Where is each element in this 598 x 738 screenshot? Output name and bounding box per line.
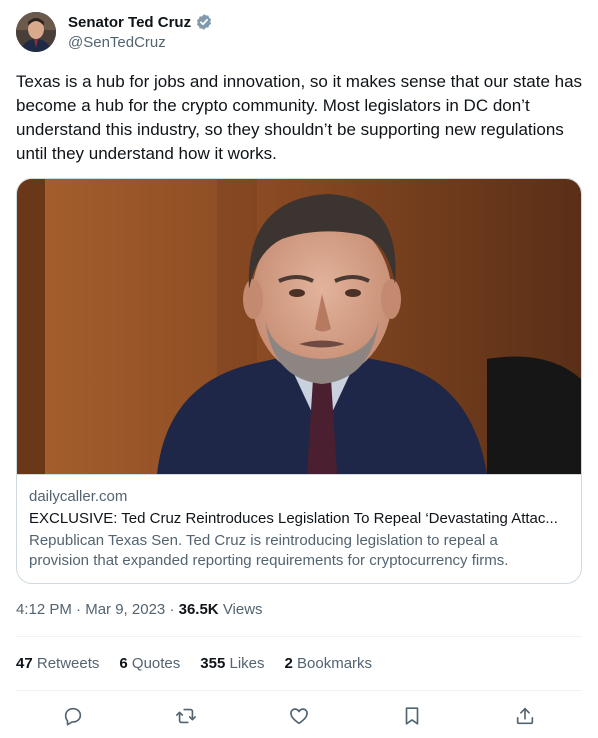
author-info: Senator Ted Cruz @SenTedCruz: [68, 12, 213, 51]
card-image: [17, 179, 581, 475]
bookmark-icon: [405, 707, 419, 725]
reply-icon: [64, 707, 81, 726]
like-button[interactable]: [282, 699, 316, 733]
views-count: 36.5K: [178, 601, 219, 618]
meta-separator: ·: [169, 601, 175, 618]
likes-label: Likes: [229, 655, 265, 672]
avatar[interactable]: [16, 12, 56, 52]
quotes-label: Quotes: [131, 655, 181, 672]
tweet-time[interactable]: 4:12 PM: [16, 601, 72, 618]
likes-stat[interactable]: 355 Likes: [200, 654, 264, 674]
card-description: Republican Texas Sen. Ted Cruz is reintr…: [29, 532, 509, 569]
retweet-button[interactable]: [169, 699, 203, 733]
retweets-label: Retweets: [36, 655, 100, 672]
verified-badge-icon: [197, 14, 212, 30]
likes-count: 355: [200, 655, 226, 672]
retweet-icon: [175, 708, 196, 724]
retweets-stat[interactable]: 47 Retweets: [16, 654, 99, 674]
quotes-count: 6: [119, 655, 128, 672]
handle[interactable]: @SenTedCruz: [68, 34, 213, 51]
retweets-count: 47: [16, 655, 33, 672]
bookmarks-label: Bookmarks: [297, 655, 373, 672]
card-title: EXCLUSIVE: Ted Cruz Reintroduces Legisla…: [29, 510, 558, 527]
like-icon: [290, 708, 308, 725]
action-bar: [16, 694, 582, 738]
quotes-stat[interactable]: 6 Quotes: [119, 654, 180, 674]
divider: [16, 690, 582, 691]
tweet-meta: 4:12 PM · Mar 9, 2023 · 36.5K Views: [16, 600, 263, 620]
tweet-date[interactable]: Mar 9, 2023: [85, 601, 165, 618]
share-icon: [517, 707, 534, 725]
meta-separator: ·: [76, 601, 82, 618]
bookmarks-count: 2: [284, 655, 293, 672]
reply-button[interactable]: [56, 699, 90, 733]
views-label: Views: [222, 601, 263, 618]
engagement-stats: 47 Retweets 6 Quotes 355 Likes 2 Bookmar…: [16, 654, 392, 674]
divider: [16, 636, 582, 637]
tweet-text: Texas is a hub for jobs and innovation, …: [16, 72, 587, 163]
link-card[interactable]: dailycaller.com EXCLUSIVE: Ted Cruz Rein…: [16, 178, 582, 584]
share-button[interactable]: [508, 699, 542, 733]
display-name[interactable]: Senator Ted Cruz: [68, 14, 191, 31]
bookmark-button[interactable]: [395, 699, 429, 733]
bookmarks-stat[interactable]: 2 Bookmarks: [285, 654, 373, 674]
card-domain: dailycaller.com: [29, 488, 128, 505]
